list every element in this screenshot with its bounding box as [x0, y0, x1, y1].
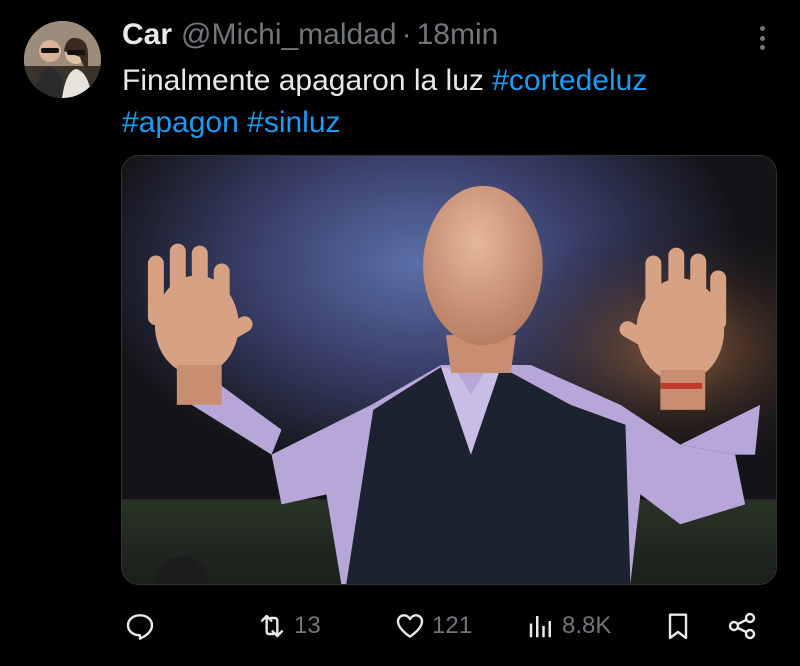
bookmark-button[interactable] [662, 606, 694, 646]
reply-button[interactable] [124, 606, 162, 646]
hashtag-apagon[interactable]: #apagon [122, 106, 239, 139]
bookmark-icon [668, 613, 688, 640]
author-name[interactable]: Car [122, 18, 172, 52]
reply-icon [126, 614, 154, 640]
retweet-button[interactable]: 13 [256, 606, 321, 646]
separator-dot: · [401, 18, 412, 51]
more-dots-icon[interactable] [752, 24, 772, 52]
retweet-count: 13 [294, 612, 321, 639]
share-icon [728, 612, 756, 640]
share-button[interactable] [726, 606, 758, 646]
avatar-photo [24, 21, 101, 98]
tweet-media-image[interactable] [121, 155, 777, 585]
hashtag-cortedeluz[interactable]: #cortedeluz [492, 64, 647, 97]
tweet-text: Finalmente apagaron la luz #cortedeluz #a… [122, 60, 762, 144]
author-handle[interactable]: @Michi_maldad [181, 18, 397, 52]
tweet-body: Finalmente apagaron la luz [122, 64, 493, 97]
tweet-header: Car @Michi_maldad · 18min [122, 18, 498, 52]
views-icon [529, 616, 551, 638]
views-button[interactable]: 8.8K [526, 606, 611, 646]
like-count: 121 [432, 612, 473, 639]
views-count: 8.8K [562, 612, 612, 639]
avatar[interactable] [24, 21, 101, 98]
like-button[interactable]: 121 [394, 606, 472, 646]
media-photo [122, 156, 776, 584]
timestamp[interactable]: 18min [417, 18, 499, 52]
heart-icon [396, 614, 424, 638]
hashtag-sinluz[interactable]: #sinluz [247, 106, 340, 139]
action-bar: 13 121 8.8K [0, 606, 800, 646]
retweet-icon [260, 614, 284, 638]
